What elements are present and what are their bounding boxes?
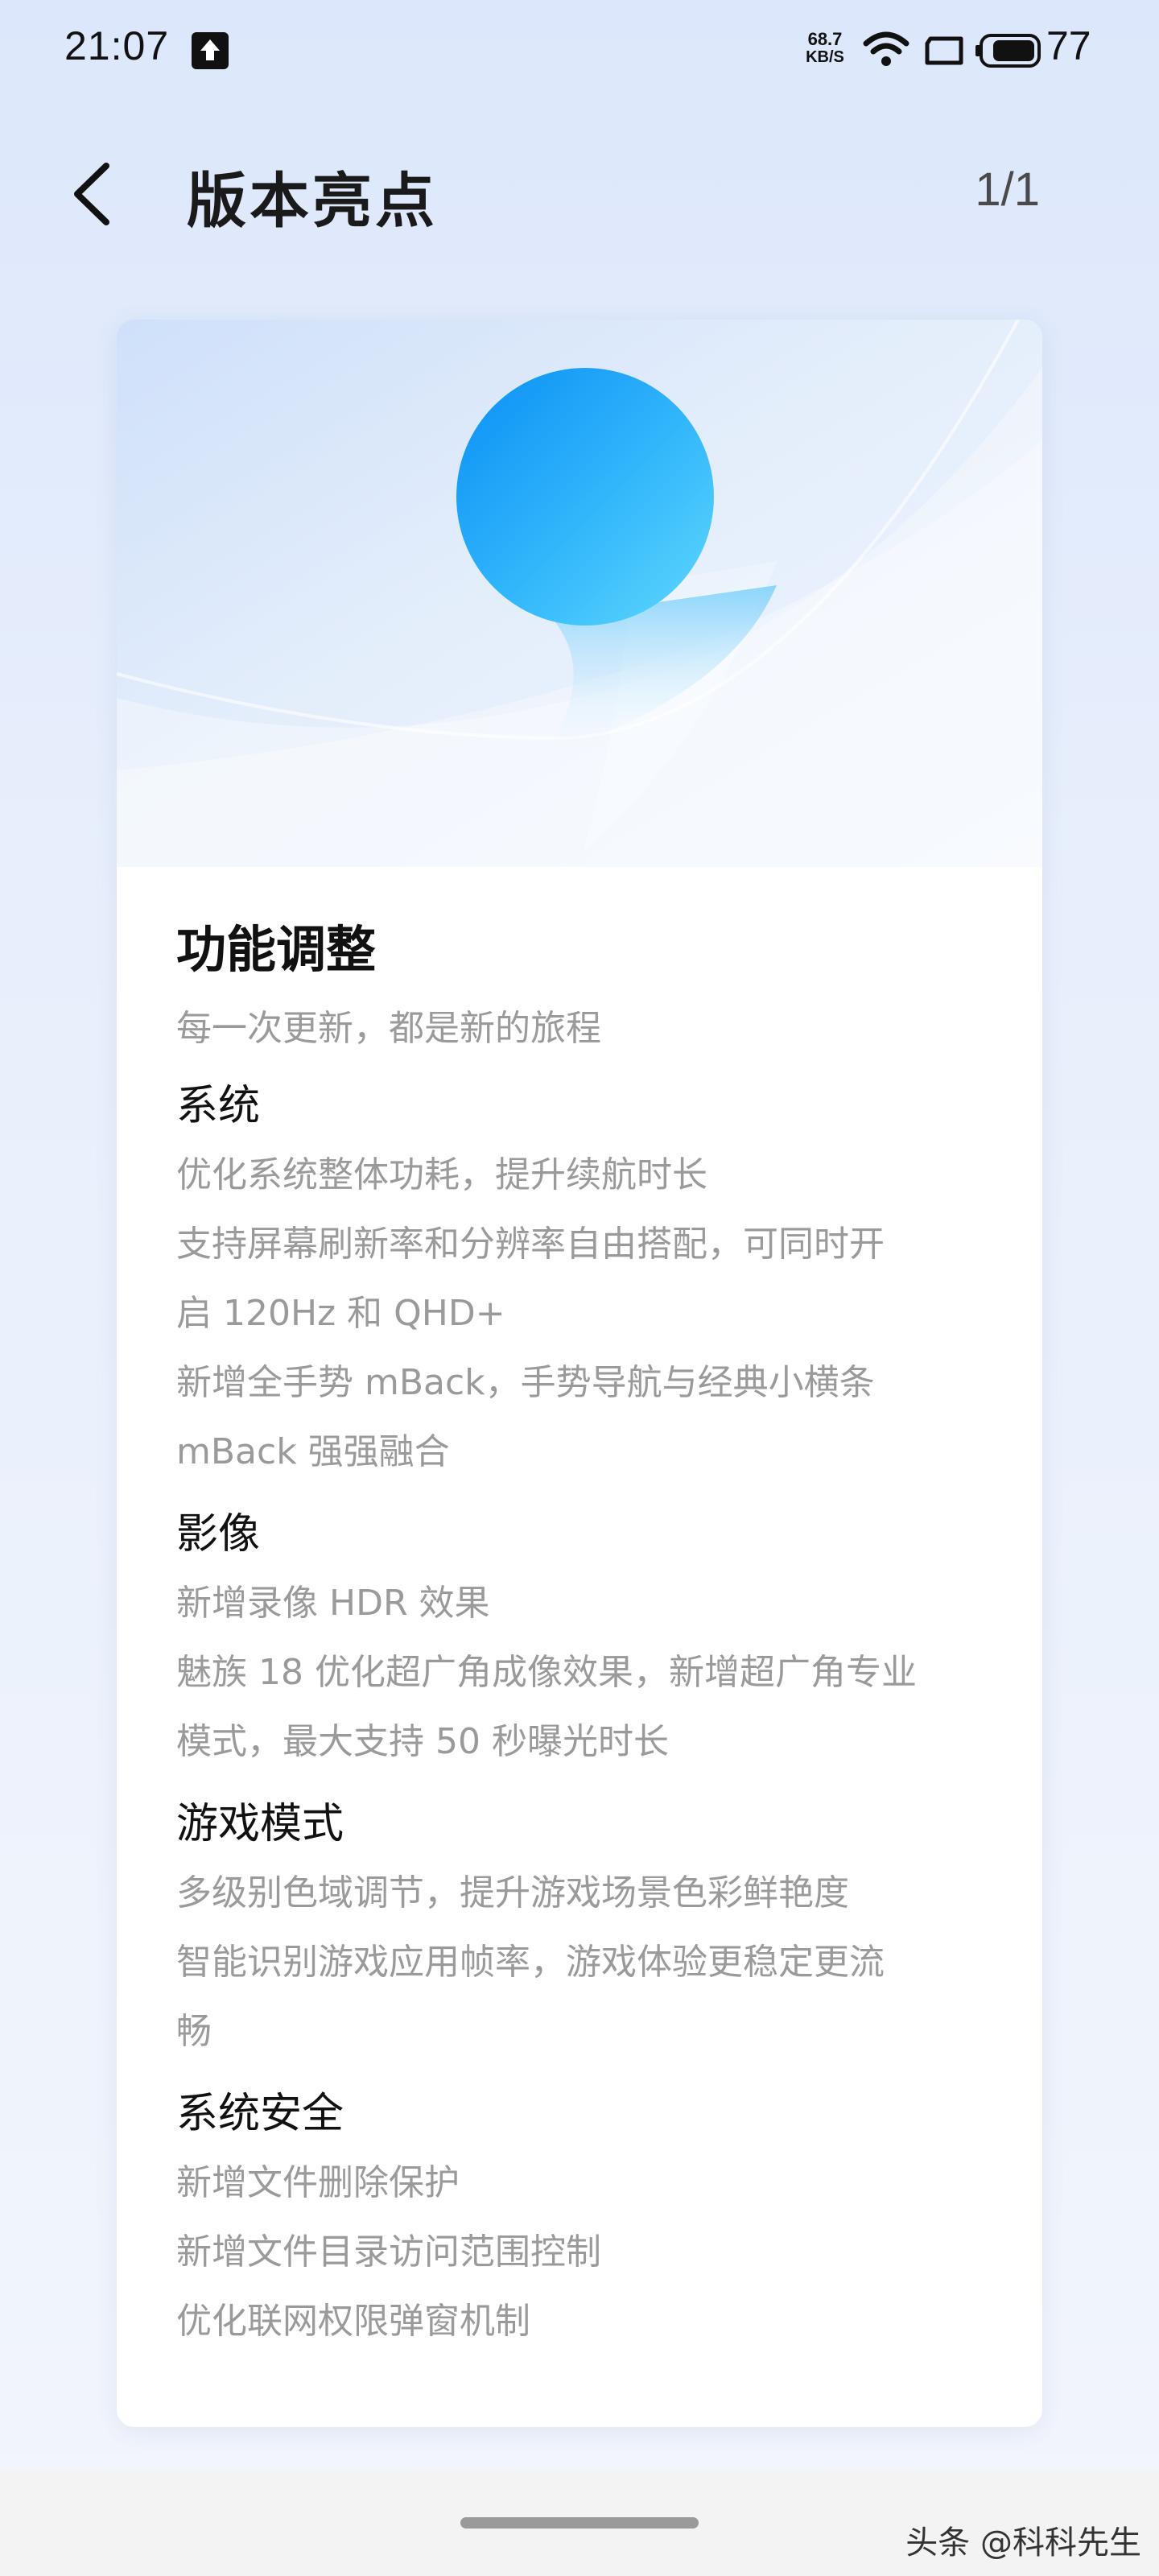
battery-icon — [974, 32, 1043, 72]
page-indicator: 1/1 — [975, 163, 1040, 216]
list-item: 新增全手势 mBack，手势导航与经典小横条 — [176, 1362, 875, 1403]
list-item: 新增录像 HDR 效果 — [176, 1583, 490, 1624]
status-time: 21:07 — [64, 23, 170, 68]
battery-percent: 77 — [1046, 23, 1091, 68]
section-title-security: 系统安全 — [176, 2090, 344, 2138]
home-indicator[interactable] — [460, 2517, 699, 2529]
list-item: 新增文件删除保护 — [176, 2162, 460, 2203]
list-item: 支持屏幕刷新率和分辨率自由搭配，可同时开 — [176, 1224, 885, 1265]
list-item: 新增文件目录访问范围控制 — [176, 2231, 601, 2273]
section-title-imaging: 影像 — [176, 1510, 261, 1558]
list-item: mBack 强强融合 — [176, 1431, 450, 1472]
banner-illustration — [117, 320, 1042, 867]
list-item: 启 120Hz 和 QHD+ — [176, 1293, 505, 1334]
list-item: 魅族 18 优化超广角成像效果，新增超广角专业 — [176, 1652, 917, 1693]
back-chevron-icon[interactable] — [66, 158, 122, 230]
screen-icon — [924, 35, 964, 69]
net-speed-unit: KB/S — [806, 48, 844, 66]
card-title: 功能调整 — [176, 920, 377, 979]
list-item: 优化系统整体功耗，提升续航时长 — [176, 1154, 707, 1195]
net-speed-value: 68.7 — [807, 29, 843, 49]
section-title-game-mode: 游戏模式 — [176, 1800, 344, 1848]
navigation-bar: 头条 @科科先生 — [0, 2471, 1159, 2576]
section-title-system: 系统 — [176, 1082, 261, 1130]
status-bar: 21:07 68.7 KB/S 77 — [0, 0, 1159, 105]
list-item: 智能识别游戏应用帧率，游戏体验更稳定更流 — [176, 1942, 885, 1983]
list-item: 模式，最大支持 50 秒曝光时长 — [176, 1721, 669, 1762]
card-subtitle: 每一次更新，都是新的旅程 — [176, 1008, 601, 1049]
wifi-icon — [863, 31, 909, 74]
watermark: 头条 @科科先生 — [905, 2524, 1141, 2562]
card-content: 功能调整 每一次更新，都是新的旅程 系统 优化系统整体功耗，提升续航时长 支持屏… — [176, 914, 989, 2356]
release-notes-card: 功能调整 每一次更新，都是新的旅程 系统 优化系统整体功耗，提升续航时长 支持屏… — [117, 320, 1042, 2427]
list-item: 优化联网权限弹窗机制 — [176, 2301, 530, 2342]
list-item: 多级别色域调节，提升游戏场景色彩鲜艳度 — [176, 1872, 849, 1913]
net-speed: 68.7 KB/S — [797, 29, 853, 67]
list-item: 畅 — [176, 2011, 212, 2052]
page-title: 版本亮点 — [187, 167, 438, 236]
upload-icon — [192, 32, 229, 69]
